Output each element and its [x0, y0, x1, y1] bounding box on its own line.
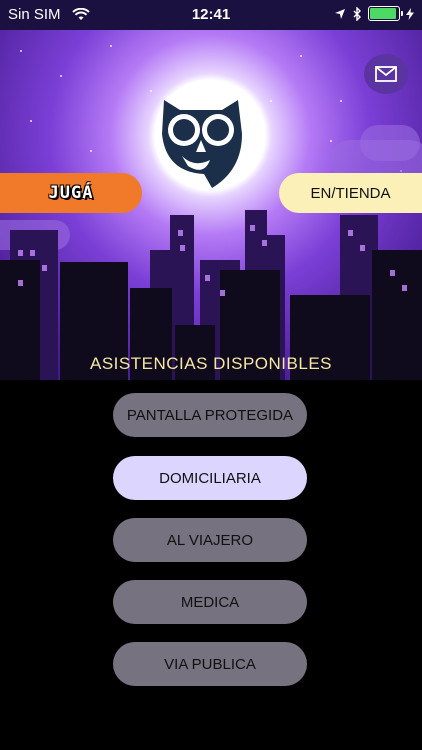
store-button[interactable]: EN/TIENDA — [279, 173, 422, 213]
option-al-viajero[interactable]: AL VIAJERO — [113, 518, 307, 562]
assistances-title: ASISTENCIAS DISPONIBLES — [89, 354, 332, 373]
owl-logo-icon — [162, 100, 242, 188]
messages-button[interactable] — [364, 54, 408, 94]
mail-icon — [375, 66, 397, 82]
option-medica[interactable]: MEDICA — [113, 580, 307, 624]
option-pantalla-protegida[interactable]: PANTALLA PROTEGIDA — [113, 393, 307, 437]
play-button[interactable]: JUGÁ — [0, 173, 142, 213]
battery-icon — [368, 6, 403, 21]
charging-bolt-icon — [406, 7, 414, 20]
option-domiciliaria[interactable]: DOMICILIARIA — [113, 456, 307, 500]
status-bar: Sin SIM 12:41 — [0, 0, 422, 30]
location-arrow-icon — [335, 8, 345, 19]
bluetooth-icon — [353, 6, 361, 21]
option-via-publica[interactable]: VIA PUBLICA — [113, 642, 307, 686]
